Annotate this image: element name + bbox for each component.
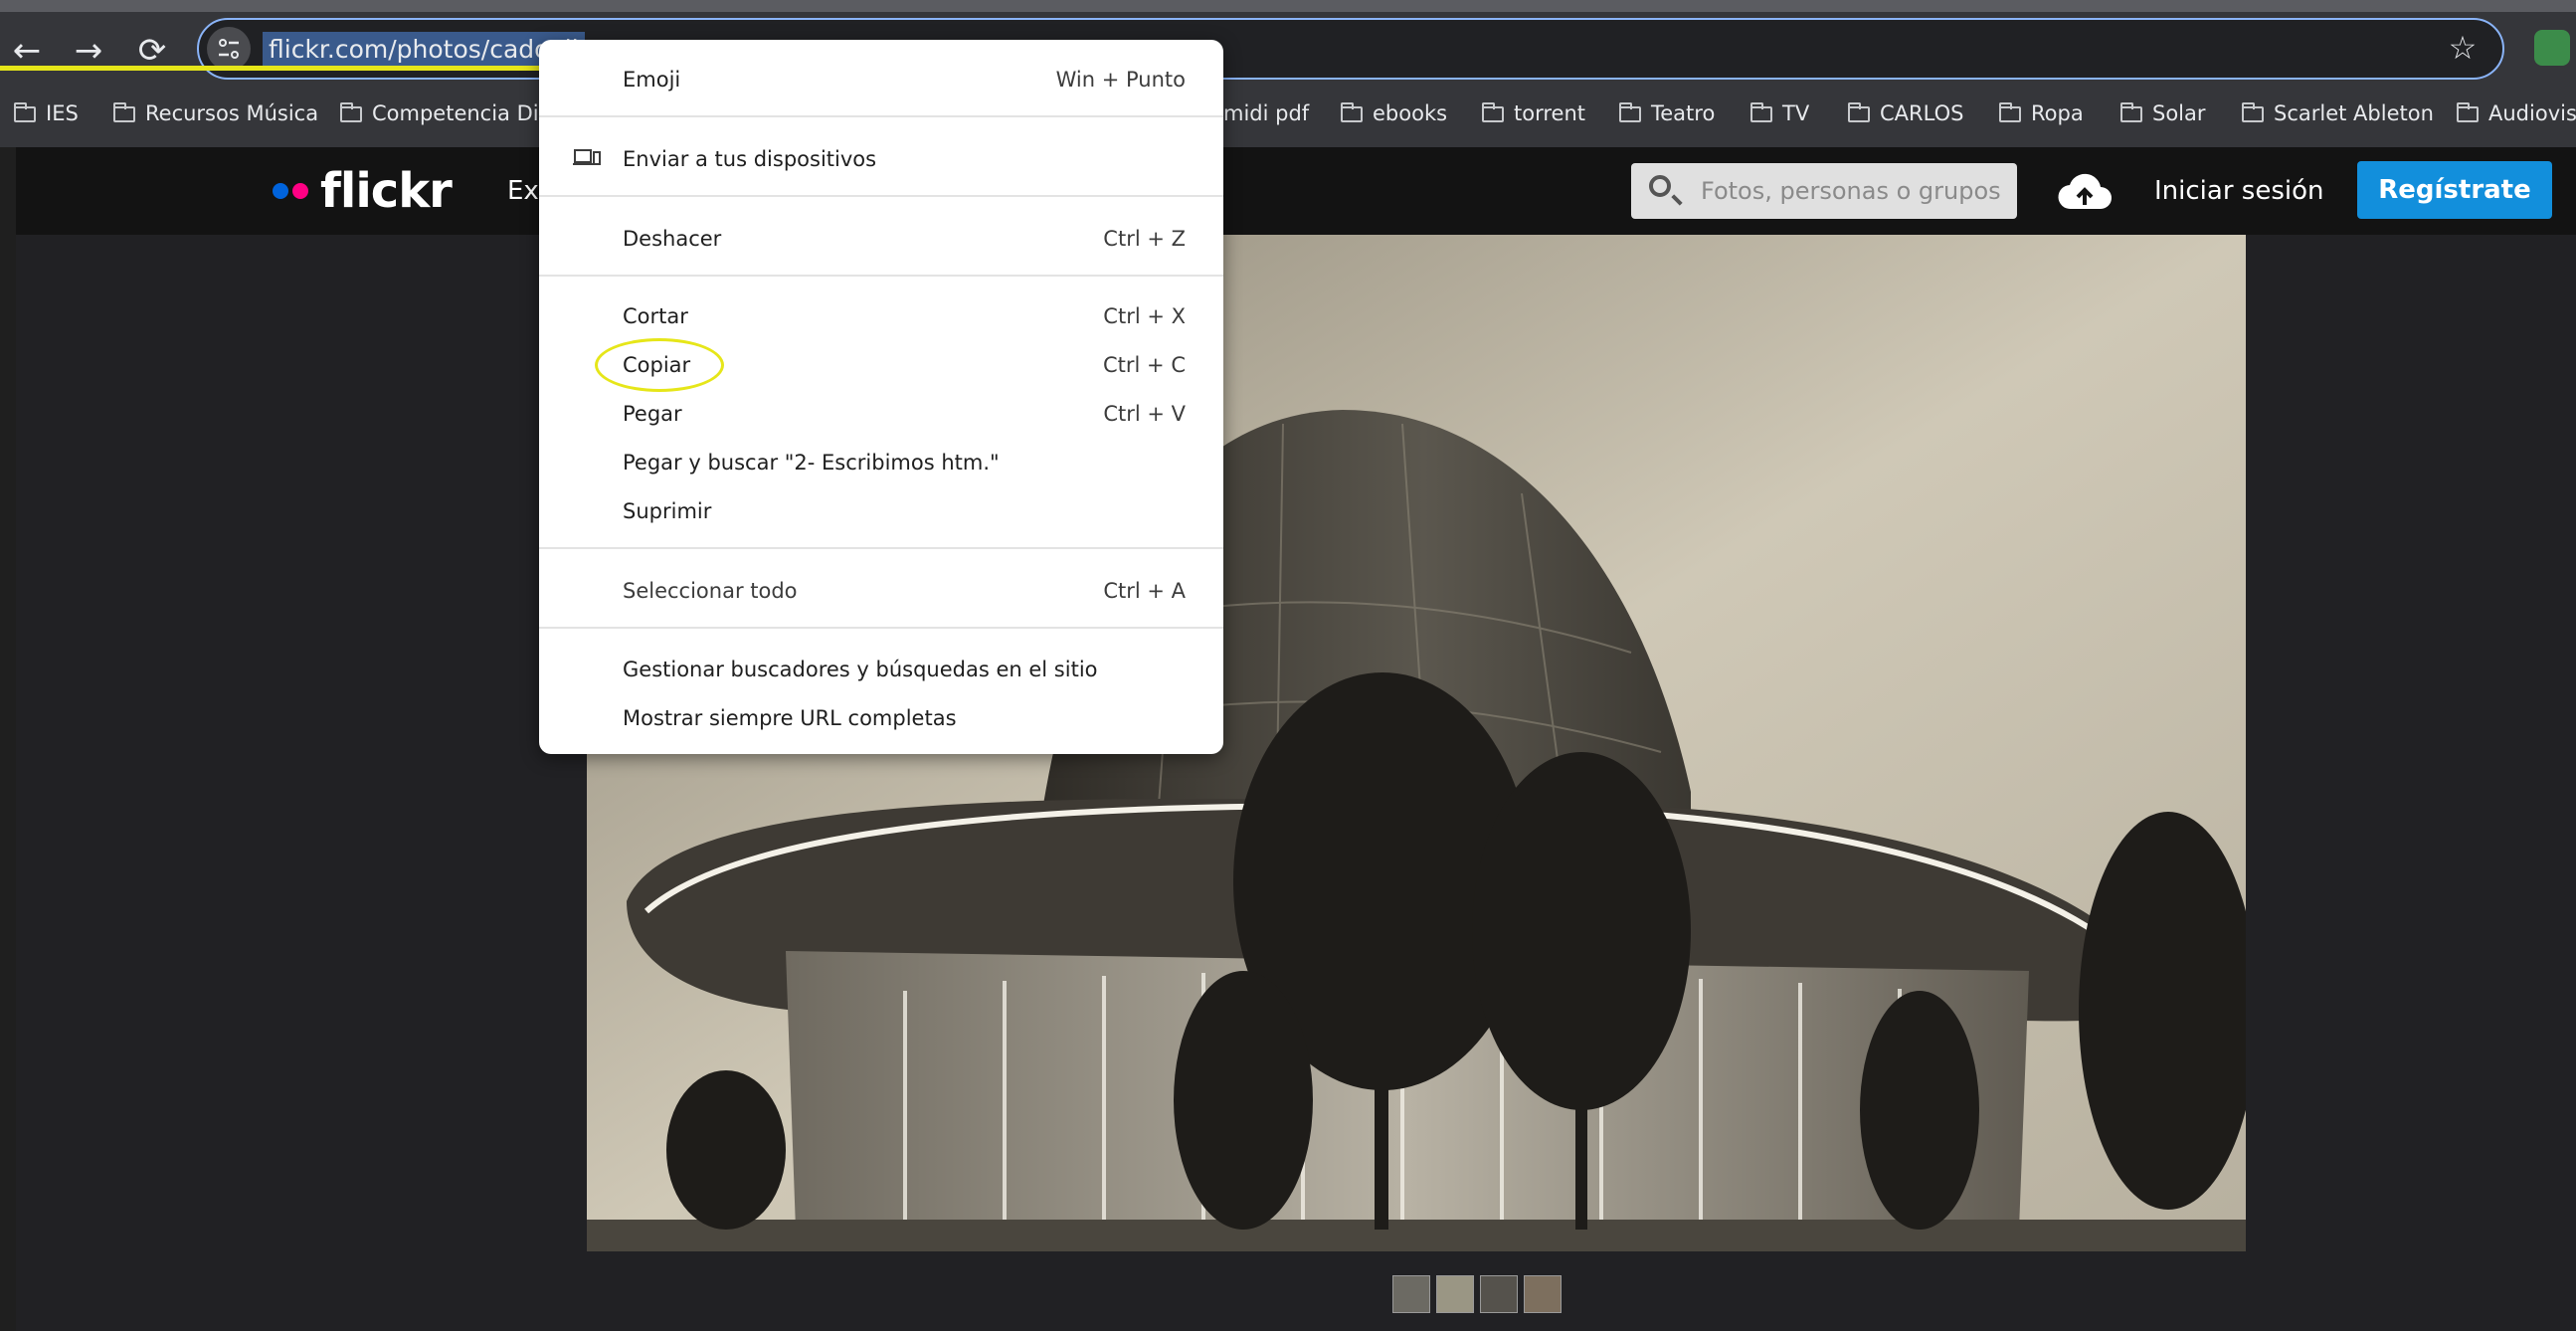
menu-separator [539,195,1223,197]
logo-text: flickr [320,163,453,219]
annotation-circle [595,338,724,392]
explore-link[interactable]: Ex [507,173,539,209]
bookmark-folder[interactable]: CARLOS [1848,92,1963,135]
folder-icon [1999,102,2021,122]
folder-icon [2120,102,2142,122]
menu-separator [539,627,1223,629]
menu-item-cut[interactable]: Cortar Ctrl + X [539,292,1223,340]
bookmark-folder[interactable]: Recursos Música [113,92,318,135]
bookmark-star-icon[interactable]: ☆ [2443,28,2483,68]
menu-item-paste-and-search[interactable]: Pegar y buscar "2- Escribimos htm." [539,439,1223,486]
thumbnail[interactable] [1524,1275,1562,1313]
flickr-header: flickr Ex Fotos, personas o grupos Inici… [16,147,2576,235]
menu-separator [539,547,1223,549]
menu-separator [539,115,1223,117]
back-arrow-icon: ← [12,31,42,71]
browser-toolbar: ← → ⟳ flickr.com/photos/cadoall ☆ IES Re… [0,0,2576,147]
menu-item-delete[interactable]: Suprimir [539,487,1223,535]
menu-item-manage-search[interactable]: Gestionar buscadores y búsquedas en el s… [539,646,1223,693]
bookmark-folder[interactable]: Scarlet Ableton [2242,92,2434,135]
folder-icon [340,102,362,122]
bookmark-folder[interactable]: IES [14,92,79,135]
thumbnail[interactable] [1436,1275,1474,1313]
url-text[interactable]: flickr.com/photos/cadoall [263,32,585,68]
menu-item-show-full-url[interactable]: Mostrar siempre URL completas [539,694,1223,742]
signup-button[interactable]: Regístrate [2357,161,2552,219]
logo-dot-blue [273,183,288,199]
menu-item-paste[interactable]: Pegar Ctrl + V [539,390,1223,438]
bookmark-folder[interactable]: Audiovis [2457,92,2576,135]
folder-icon [2242,102,2264,122]
bookmark-folder[interactable]: TV [1750,92,1809,135]
folder-icon [113,102,135,122]
search-icon [1649,175,1671,197]
folder-icon [2457,102,2479,122]
folder-icon [1848,102,1870,122]
menu-item-send-to-devices[interactable]: Enviar a tus dispositivos [539,135,1223,183]
folder-icon [1619,102,1641,122]
bookmark-folder[interactable]: Competencia Dig [340,92,552,135]
menu-item-select-all[interactable]: Seleccionar todo Ctrl + A [539,567,1223,615]
annotation-underline [0,66,569,71]
folder-icon [1482,102,1504,122]
devices-icon [573,149,601,165]
context-menu: Emoji Win + Punto Enviar a tus dispositi… [539,40,1223,754]
signin-link[interactable]: Iniciar sesión [2154,171,2323,211]
search-box[interactable]: Fotos, personas o grupos [1631,163,2017,219]
extension-icon[interactable] [2534,30,2570,66]
folder-icon [1750,102,1772,122]
menu-item-emoji[interactable]: Emoji Win + Punto [539,56,1223,103]
menu-item-undo[interactable]: Deshacer Ctrl + Z [539,215,1223,263]
upload-cloud-icon[interactable] [2057,169,2113,213]
bookmark-folder[interactable]: midi pdf [1223,92,1309,135]
reload-icon: ⟳ [137,31,167,71]
forward-arrow-icon: → [74,31,103,71]
bookmark-folder[interactable]: Ropa [1999,92,2084,135]
bookmark-folder[interactable]: Teatro [1619,92,1715,135]
bookmark-folder[interactable]: ebooks [1341,92,1447,135]
flickr-page: flickr Ex Fotos, personas o grupos Inici… [16,147,2576,1331]
bookmarks-bar: IES Recursos Música Competencia Dig midi… [0,92,2576,135]
folder-icon [14,102,36,122]
bookmark-folder[interactable]: Solar [2120,92,2206,135]
thumbnail[interactable] [1392,1275,1430,1313]
logo-dot-pink [292,183,308,199]
thumbnail[interactable] [1480,1275,1518,1313]
folder-icon [1341,102,1363,122]
bookmark-folder[interactable]: torrent [1482,92,1585,135]
tab-strip [0,0,2576,12]
search-input[interactable]: Fotos, personas o grupos [1701,163,2001,219]
site-info-icon[interactable] [207,27,251,71]
menu-separator [539,275,1223,277]
